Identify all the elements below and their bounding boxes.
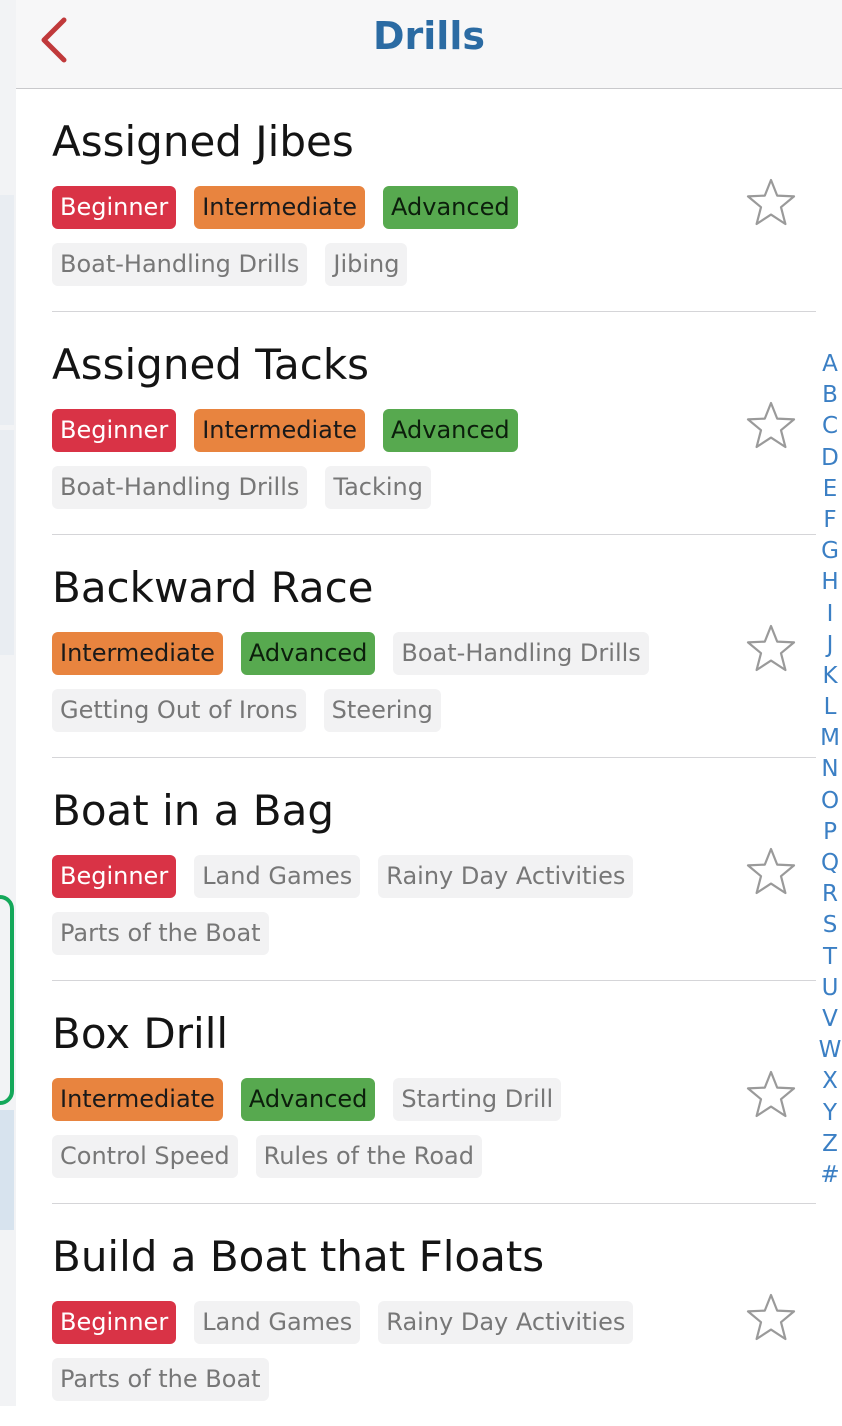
index-letter[interactable]: C	[822, 411, 838, 442]
tag-intermediate: Intermediate	[194, 409, 366, 452]
tag-category: Boat-Handling Drills	[52, 466, 308, 509]
index-letter[interactable]: N	[821, 754, 838, 785]
index-letter[interactable]: W	[819, 1035, 842, 1066]
index-letter[interactable]: Y	[823, 1098, 837, 1129]
favorite-button[interactable]	[744, 623, 798, 675]
index-letter[interactable]: D	[821, 443, 839, 474]
tag-category: Steering	[323, 689, 441, 732]
page-title: Drills	[373, 14, 485, 58]
index-letter[interactable]: B	[822, 380, 838, 411]
star-outline-icon	[746, 624, 796, 672]
background-band	[0, 430, 14, 655]
tag-category: Rainy Day Activities	[378, 855, 634, 898]
tag-advanced: Advanced	[240, 632, 376, 675]
favorite-button[interactable]	[744, 177, 798, 229]
tag-advanced: Advanced	[240, 1078, 376, 1121]
background-frame	[0, 895, 14, 1105]
index-letter[interactable]: #	[820, 1160, 839, 1191]
index-letter[interactable]: V	[822, 1004, 838, 1035]
tag-intermediate: Intermediate	[194, 186, 366, 229]
tag-category: Parts of the Boat	[52, 1358, 269, 1401]
background-band	[0, 195, 14, 425]
favorite-button[interactable]	[744, 846, 798, 898]
drill-row[interactable]: Box Drill Intermediate Advanced Starting Dr…	[52, 981, 816, 1204]
star-outline-icon	[746, 401, 796, 449]
index-letter[interactable]: Z	[822, 1129, 838, 1160]
index-letter[interactable]: L	[824, 692, 837, 723]
star-outline-icon	[746, 178, 796, 226]
drill-list: Assigned Jibes Beginner Intermediate Advanc…	[52, 89, 816, 1426]
star-outline-icon	[746, 1293, 796, 1341]
alphabet-index[interactable]: A B C D E F G H I J K L M N O P Q R S T U V W X Y Z #	[818, 349, 842, 1191]
drill-row[interactable]: Assigned Jibes Beginner Intermediate Advanc…	[52, 89, 816, 312]
drill-tags: Beginner Land Games Rainy Day Activities Pa…	[52, 1301, 712, 1401]
drill-row[interactable]: Assigned Tacks Beginner Intermediate Advanc…	[52, 312, 816, 535]
index-letter[interactable]: T	[823, 942, 837, 973]
index-letter[interactable]: G	[821, 536, 839, 567]
index-letter[interactable]: M	[820, 723, 840, 754]
tag-category: Boat-Handling Drills	[393, 632, 649, 675]
star-outline-icon	[746, 847, 796, 895]
tag-intermediate: Intermediate	[52, 1078, 223, 1121]
favorite-button[interactable]	[744, 400, 798, 452]
drill-title: Build a Boat that Floats	[52, 1232, 545, 1281]
drill-row[interactable]: Backward Race Intermediate Advanced Boat-Ha…	[52, 535, 816, 758]
drill-tags: Beginner Intermediate Advanced Boat-Handlin…	[52, 186, 712, 286]
index-letter[interactable]: R	[822, 879, 838, 910]
tag-category: Land Games	[194, 1301, 361, 1344]
tag-advanced: Advanced	[383, 409, 518, 452]
navigation-bar: Drills	[16, 0, 842, 89]
index-letter[interactable]: J	[827, 630, 834, 661]
tag-beginner: Beginner	[52, 1301, 177, 1344]
index-letter[interactable]: A	[822, 349, 838, 380]
drill-tags: Intermediate Advanced Boat-Handling Drills…	[52, 632, 712, 732]
tag-beginner: Beginner	[52, 409, 177, 452]
index-letter[interactable]: Q	[821, 848, 839, 879]
drill-title: Box Drill	[52, 1009, 229, 1058]
drill-title: Assigned Tacks	[52, 340, 370, 389]
background-edge	[0, 0, 16, 1406]
tag-category: Rainy Day Activities	[378, 1301, 634, 1344]
index-letter[interactable]: H	[821, 567, 838, 598]
index-letter[interactable]: S	[823, 910, 838, 941]
background-wave	[0, 1110, 14, 1230]
index-letter[interactable]: F	[823, 505, 836, 536]
index-letter[interactable]: U	[822, 973, 839, 1004]
index-letter[interactable]: O	[821, 786, 839, 817]
tag-beginner: Beginner	[52, 186, 177, 229]
tag-category: Getting Out of Irons	[52, 689, 306, 732]
index-letter[interactable]: E	[823, 474, 838, 505]
tag-category: Starting Drill	[393, 1078, 562, 1121]
tag-intermediate: Intermediate	[52, 632, 223, 675]
star-outline-icon	[746, 1070, 796, 1118]
tag-category: Jibing	[325, 243, 408, 286]
tag-beginner: Beginner	[52, 855, 177, 898]
drill-tags: Beginner Intermediate Advanced Boat-Handlin…	[52, 409, 712, 509]
index-letter[interactable]: K	[822, 661, 837, 692]
drill-row[interactable]: Boat in a Bag Beginner Land Games Rainy Day…	[52, 758, 816, 981]
tag-category: Boat-Handling Drills	[52, 243, 308, 286]
index-letter[interactable]: I	[827, 599, 834, 630]
drill-tags: Beginner Land Games Rainy Day Activities Pa…	[52, 855, 712, 955]
tag-category: Parts of the Boat	[52, 912, 269, 955]
drill-title: Boat in a Bag	[52, 786, 335, 835]
drill-title: Assigned Jibes	[52, 117, 354, 166]
drill-tags: Intermediate Advanced Starting Drill Contro…	[52, 1078, 712, 1178]
index-letter[interactable]: P	[823, 817, 837, 848]
favorite-button[interactable]	[744, 1292, 798, 1344]
tag-category: Control Speed	[52, 1135, 238, 1178]
drill-row[interactable]: Build a Boat that Floats Beginner Land Gam…	[52, 1204, 816, 1426]
tag-category: Land Games	[194, 855, 361, 898]
index-letter[interactable]: X	[822, 1066, 838, 1097]
tag-advanced: Advanced	[383, 186, 518, 229]
tag-category: Rules of the Road	[255, 1135, 482, 1178]
tag-category: Tacking	[325, 466, 431, 509]
drill-title: Backward Race	[52, 563, 374, 612]
favorite-button[interactable]	[744, 1069, 798, 1121]
